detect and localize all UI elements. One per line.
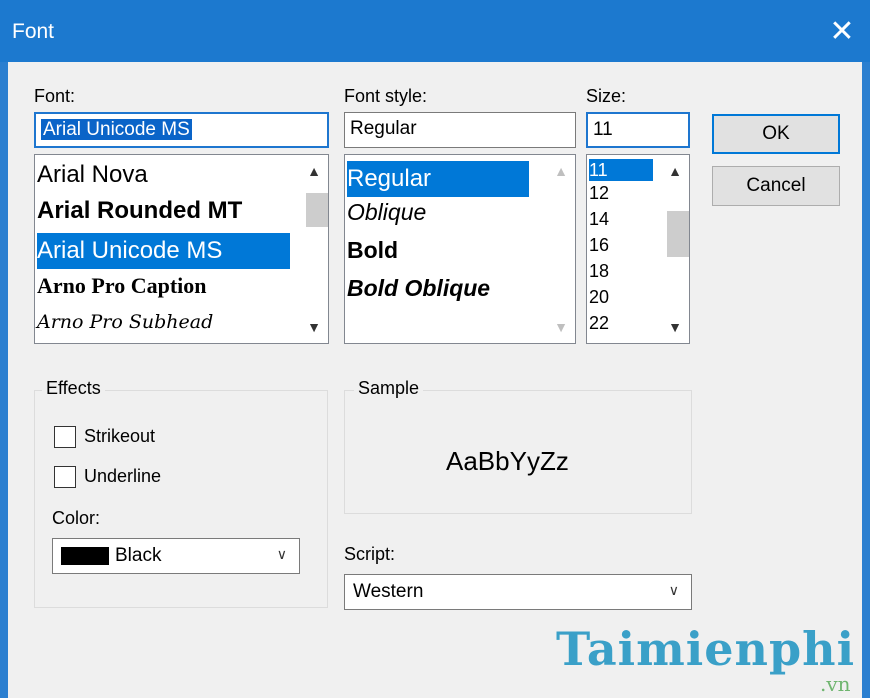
color-label: Color: bbox=[52, 508, 101, 528]
size-input[interactable]: 11 bbox=[586, 112, 690, 148]
chevron-down-icon: ∨ bbox=[668, 582, 679, 598]
script-label: Script: bbox=[344, 544, 396, 564]
strikeout-checkbox[interactable] bbox=[54, 426, 76, 448]
size-item[interactable]: 16 bbox=[589, 235, 609, 256]
title-bar: Font ✕ bbox=[0, 0, 870, 62]
chevron-down-icon[interactable]: ▼ bbox=[547, 313, 575, 341]
size-item[interactable]: 14 bbox=[589, 209, 609, 230]
font-style-label: Font style: bbox=[344, 86, 428, 106]
size-list[interactable]: 11 12 14 16 18 20 22 ▲ ▼ bbox=[586, 154, 690, 344]
size-item[interactable]: 12 bbox=[589, 183, 609, 204]
color-swatch bbox=[61, 547, 109, 565]
font-list-item[interactable]: Arno Pro Subhead bbox=[37, 311, 213, 333]
chevron-up-icon[interactable]: ▲ bbox=[661, 157, 689, 185]
sample-preview-text: AaBbYyZz bbox=[446, 446, 569, 476]
chevron-down-icon: ∨ bbox=[276, 546, 287, 562]
scroll-thumb[interactable] bbox=[306, 193, 328, 227]
size-item-selected[interactable]: 11 bbox=[589, 159, 653, 181]
close-icon[interactable]: ✕ bbox=[814, 0, 870, 62]
underline-checkbox[interactable] bbox=[54, 466, 76, 488]
script-value: Western bbox=[353, 581, 424, 602]
color-value: Black bbox=[115, 545, 162, 566]
watermark-logo: Taimienphi bbox=[556, 622, 856, 676]
font-style-item-selected[interactable]: Regular bbox=[347, 161, 529, 197]
size-item[interactable]: 18 bbox=[589, 261, 609, 282]
watermark-suffix: .vn bbox=[820, 672, 851, 696]
font-list-item[interactable]: Arial Rounded MT bbox=[37, 197, 242, 225]
font-style-item[interactable]: Bold Oblique bbox=[347, 275, 490, 302]
size-list-scrollbar[interactable]: ▲ ▼ bbox=[661, 155, 689, 343]
font-label: Font: bbox=[34, 86, 76, 106]
script-select[interactable]: Western ∨ bbox=[344, 574, 692, 610]
size-item[interactable]: 22 bbox=[589, 313, 609, 334]
size-item[interactable]: 20 bbox=[589, 287, 609, 308]
dialog-body: Font: Arial Unicode MS Arial Nova Arial … bbox=[8, 62, 862, 698]
font-list-item-selected[interactable]: Arial Unicode MS bbox=[37, 233, 290, 269]
color-select[interactable]: Black ∨ bbox=[52, 538, 300, 574]
window-border-right bbox=[862, 62, 870, 698]
window-border-left bbox=[0, 62, 8, 698]
size-label: Size: bbox=[586, 86, 627, 106]
font-style-item[interactable]: Bold bbox=[347, 237, 398, 264]
font-style-input[interactable]: Regular bbox=[344, 112, 576, 148]
font-list-scrollbar[interactable]: ▲ ▼ bbox=[300, 155, 328, 343]
font-style-list[interactable]: Regular Oblique Bold Bold Oblique ▲ ▼ bbox=[344, 154, 576, 344]
chevron-up-icon[interactable]: ▲ bbox=[300, 157, 328, 185]
ok-button[interactable]: OK bbox=[712, 114, 840, 154]
strikeout-label[interactable]: Strikeout bbox=[84, 426, 155, 447]
effects-group bbox=[34, 390, 328, 608]
font-list[interactable]: Arial Nova Arial Rounded MT Arial Unicod… bbox=[34, 154, 329, 344]
font-name-value: Arial Unicode MS bbox=[41, 119, 192, 140]
chevron-down-icon[interactable]: ▼ bbox=[661, 313, 689, 341]
window-title: Font bbox=[12, 20, 55, 43]
scroll-thumb[interactable] bbox=[667, 211, 689, 257]
font-style-item[interactable]: Oblique bbox=[347, 199, 426, 226]
effects-title: Effects bbox=[42, 378, 105, 399]
font-list-item[interactable]: Arno Pro Caption bbox=[37, 273, 207, 299]
font-style-scrollbar[interactable]: ▲ ▼ bbox=[547, 155, 575, 343]
underline-label[interactable]: Underline bbox=[84, 466, 161, 487]
sample-title: Sample bbox=[354, 378, 424, 399]
cancel-button[interactable]: Cancel bbox=[712, 166, 840, 206]
font-name-input[interactable]: Arial Unicode MS bbox=[34, 112, 329, 148]
font-list-item[interactable]: Arial Nova bbox=[37, 161, 148, 189]
chevron-down-icon[interactable]: ▼ bbox=[300, 313, 328, 341]
chevron-up-icon[interactable]: ▲ bbox=[547, 157, 575, 185]
